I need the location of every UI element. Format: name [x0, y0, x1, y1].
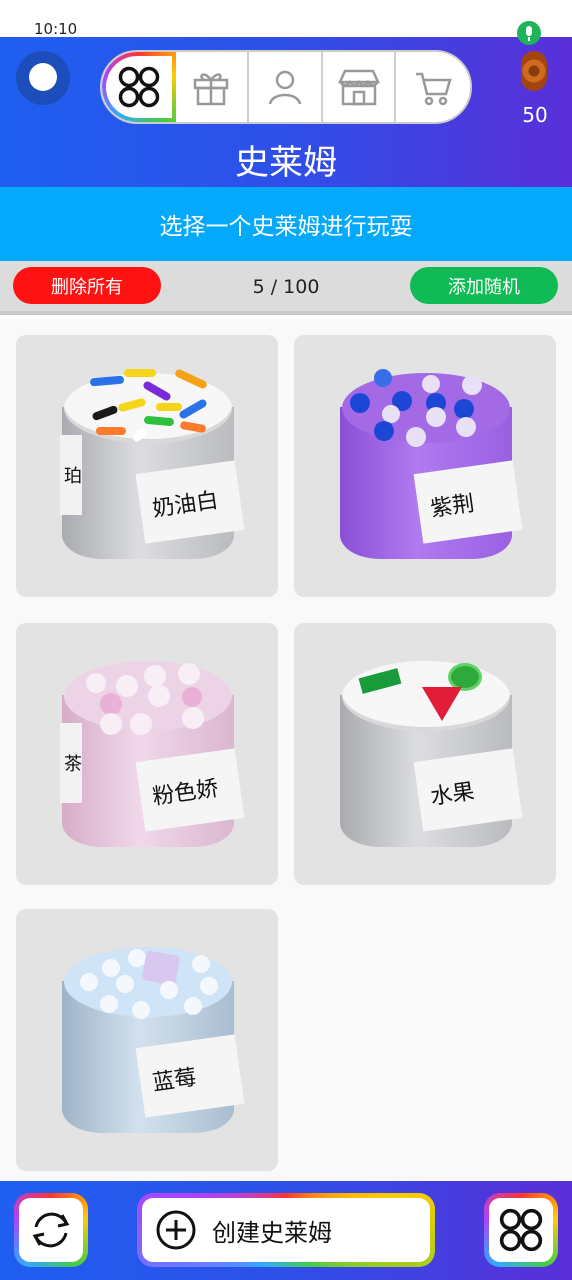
bead — [116, 675, 138, 697]
avatar-face-icon — [29, 63, 57, 91]
bead — [456, 417, 476, 437]
tab-shop[interactable] — [323, 52, 397, 122]
slime-name-label: 奶油白 — [135, 460, 245, 544]
jar-side-label: 茶 — [60, 723, 82, 803]
slime-name-label: 蓝莓 — [135, 1034, 245, 1118]
slime-card[interactable]: 茶 粉色娇 — [16, 623, 278, 885]
tab-cart[interactable] — [396, 52, 470, 122]
slime-name-label: 粉色娇 — [135, 748, 245, 832]
cart-icon — [416, 72, 452, 106]
subtitle-banner: 选择一个史莱姆进行玩耍 — [0, 187, 572, 261]
user-icon — [268, 70, 302, 105]
status-time: 10:10 — [34, 22, 78, 37]
slime-menu-button[interactable] — [484, 1193, 558, 1267]
slime-card[interactable]: 珀 奶油白 — [16, 335, 278, 597]
bead — [184, 997, 202, 1015]
slime-card[interactable]: 紫荆 — [294, 335, 556, 597]
bead — [80, 973, 98, 991]
bead — [144, 665, 166, 687]
bead — [116, 975, 134, 993]
bead — [178, 663, 200, 685]
coin-count: 50 — [522, 103, 548, 127]
slime-grid-icon — [118, 66, 160, 108]
plus-circle-icon — [156, 1210, 196, 1250]
sprinkle — [96, 427, 126, 435]
slime-card[interactable]: 水果 — [294, 623, 556, 885]
slime-grid-icon — [499, 1208, 543, 1252]
coin-icon — [521, 51, 547, 91]
nav-tab-bar — [100, 50, 472, 124]
avatar[interactable] — [16, 51, 70, 105]
gift-icon — [194, 73, 229, 106]
subtitle-text: 选择一个史莱姆进行玩耍 — [159, 214, 413, 240]
sprinkle — [124, 369, 156, 377]
refresh-icon — [32, 1212, 70, 1248]
refresh-button[interactable] — [14, 1193, 88, 1267]
bead — [148, 685, 170, 707]
bead — [350, 393, 370, 413]
bead — [130, 713, 152, 735]
slime-grid: 珀 奶油白 紫荆 茶 粉色娇 水果 蓝莓 — [0, 319, 572, 1181]
tab-slimes[interactable] — [102, 52, 176, 122]
bead — [102, 959, 120, 977]
bead — [374, 369, 392, 387]
bead — [182, 707, 204, 729]
status-bar: 10:10 — [0, 0, 572, 37]
slime-name-label: 水果 — [413, 748, 523, 832]
header: 50 史莱姆 — [0, 37, 572, 187]
bead — [100, 713, 122, 735]
shop-icon — [337, 69, 380, 106]
toolbar: 删除所有 5 / 100 添加随机 — [0, 261, 572, 315]
tab-gift[interactable] — [176, 52, 250, 122]
create-slime-label: 创建史莱姆 — [212, 1218, 332, 1247]
page-title: 史莱姆 — [235, 143, 337, 183]
bead — [100, 693, 122, 715]
strawberry-icon — [422, 687, 462, 721]
bead — [374, 421, 394, 441]
microphone-icon — [517, 21, 541, 45]
tab-profile[interactable] — [249, 52, 323, 122]
bead — [160, 981, 178, 999]
bead — [426, 407, 446, 427]
create-slime-button[interactable]: 创建史莱姆 — [137, 1193, 435, 1267]
jar-side-label: 珀 — [60, 435, 82, 515]
bead — [462, 375, 482, 395]
bead — [422, 375, 440, 393]
bead — [132, 1001, 150, 1019]
bead — [100, 995, 118, 1013]
bead — [406, 427, 426, 447]
sprinkle — [156, 403, 182, 411]
slime-name-label: 紫荆 — [413, 460, 523, 544]
bottom-bar: 创建史莱姆 — [0, 1181, 572, 1280]
slime-card[interactable]: 蓝莓 — [16, 909, 278, 1171]
bead — [86, 673, 106, 693]
add-random-button[interactable]: 添加随机 — [410, 267, 558, 304]
bead — [182, 687, 202, 707]
bead — [454, 399, 474, 419]
candy-cube-icon — [141, 950, 181, 986]
bead — [200, 977, 218, 995]
bead — [192, 955, 210, 973]
